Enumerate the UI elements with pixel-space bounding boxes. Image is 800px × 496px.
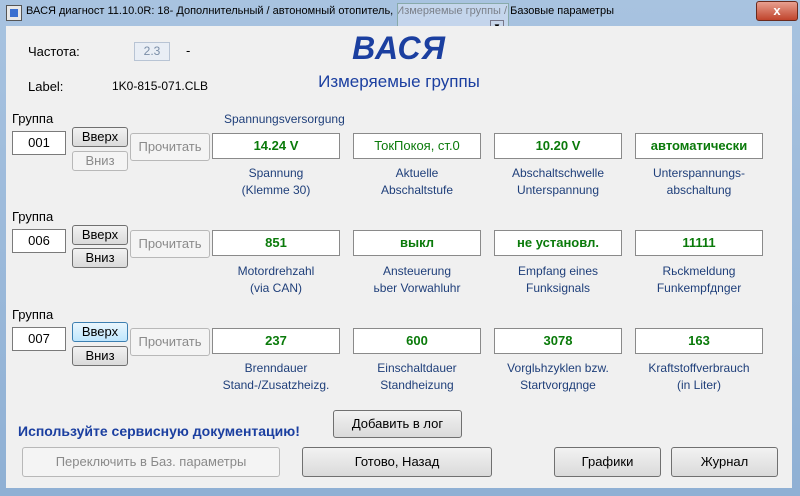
field-caption: Ansteuerung ьber Vorwahluhr [373,264,461,295]
value-field: 851 [212,230,340,256]
field-caption: Empfang eines Funksignals [517,264,599,295]
value-field: 10.20 V [494,133,622,159]
field-caption: Vorglьhzyklen bzw. Startvorgдnge [507,361,609,392]
app-icon [6,5,22,21]
field-caption: Aktuelle Abschaltstufe [380,166,454,197]
journal-button[interactable]: Журнал [671,447,778,477]
service-doc-hint: Используйте сервисную документацию! [18,423,300,439]
value-field: 14.24 V [212,133,340,159]
read-button[interactable]: Прочитать [130,230,210,258]
field-caption: Abschaltschwelle Unterspannung [511,166,605,197]
group-number-input[interactable]: 007 [12,327,66,351]
value-field: 3078 [494,328,622,354]
done-back-button[interactable]: Готово, Назад [302,447,492,477]
value-field: 163 [635,328,763,354]
client-area: Частота: 2.3 - Label: 1K0-815-071.CLB ВА… [6,26,792,488]
field-caption: Kraftstoffverbrauch (in Liter) [648,361,750,392]
field-caption: Spannung (Klemme 30) [241,166,311,197]
app-window: ВАСЯ диагност 11.10.0R: 18- Дополнительн… [0,0,800,496]
group-number-input[interactable]: 006 [12,229,66,253]
read-button[interactable]: Прочитать [130,133,210,161]
value-field: ТокПокоя, ст.0 [353,133,481,159]
field-caption: Rьckmeldung Funkempfдnger [656,264,742,295]
read-button[interactable]: Прочитать [130,328,210,356]
up-button[interactable]: Вверх [72,322,128,342]
add-to-log-button[interactable]: Добавить в лог [333,410,462,438]
value-field: не установл. [494,230,622,256]
field-caption: Unterspannungs-abschaltung [652,166,746,197]
field-caption: Motordrehzahl (via CAN) [237,264,315,295]
brand-title: ВАСЯ [352,30,446,66]
value-field: 237 [212,328,340,354]
up-button[interactable]: Вверх [72,225,128,245]
graphs-button[interactable]: Графики [554,447,661,477]
close-button[interactable]: x [756,1,798,21]
value-field: автоматически [635,133,763,159]
group-label: Группа [12,209,54,224]
field-caption: Einschaltdauer Standheizung [377,361,457,392]
value-field: 600 [353,328,481,354]
down-button[interactable]: Вниз [72,151,128,171]
group-label: Группа [12,111,54,126]
group-number-input[interactable]: 001 [12,131,66,155]
value-field: 11111 [635,230,763,256]
down-button[interactable]: Вниз [72,248,128,268]
up-button[interactable]: Вверх [72,127,128,147]
group-heading: Spannungsversorgung [224,112,345,126]
window-title: ВАСЯ диагност 11.10.0R: 18- Дополнительн… [26,5,614,17]
field-caption: Brenndauer Stand-/Zusatzheizg. [222,361,330,392]
page-subtitle: Измеряемые группы [318,72,480,91]
title-bar[interactable]: ВАСЯ диагност 11.10.0R: 18- Дополнительн… [0,0,800,37]
group-label: Группа [12,307,54,322]
switch-basic-params-button[interactable]: Переключить в Баз. параметры [22,447,280,477]
value-field: выкл [353,230,481,256]
down-button[interactable]: Вниз [72,346,128,366]
